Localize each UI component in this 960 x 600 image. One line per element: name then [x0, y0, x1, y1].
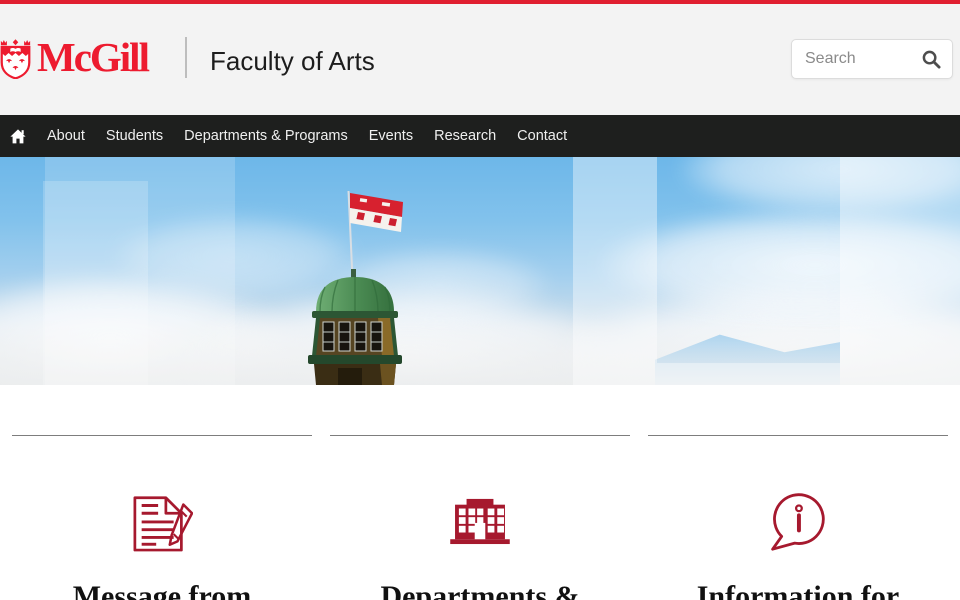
feature-card-information[interactable]: Information for	[648, 385, 948, 600]
mcgill-wordmark: McGill	[37, 37, 148, 78]
search-box	[791, 39, 953, 79]
nav-item-contact[interactable]: Contact	[517, 129, 567, 144]
search-icon	[922, 50, 941, 69]
overlay-panel	[43, 181, 148, 385]
feature-card-message[interactable]: Message from	[12, 385, 312, 600]
home-button[interactable]	[10, 129, 26, 144]
arts-building-cupola	[290, 185, 410, 385]
main-nav: About Students Departments & Programs Ev…	[0, 115, 960, 157]
mcgill-shield-icon	[0, 39, 31, 79]
nav-item-departments-programs[interactable]: Departments & Programs	[184, 129, 348, 144]
overlay-panel	[840, 157, 960, 385]
nav-item-about[interactable]: About	[47, 129, 85, 144]
overlay-panel	[657, 363, 840, 385]
feature-title: Information for	[648, 582, 948, 600]
features-section: Message from	[0, 385, 960, 600]
feature-divider	[648, 435, 948, 436]
nav-item-events[interactable]: Events	[369, 129, 413, 144]
nav-item-students[interactable]: Students	[106, 129, 163, 144]
feature-divider	[330, 435, 630, 436]
mcgill-logo[interactable]: McGill	[0, 37, 180, 87]
header-divider	[185, 37, 187, 78]
nav-item-research[interactable]: Research	[434, 129, 496, 144]
building-icon	[330, 497, 630, 545]
document-pencil-icon	[12, 490, 312, 552]
overlay-panel	[573, 157, 657, 385]
feature-divider	[12, 435, 312, 436]
mcgill-flag	[350, 193, 403, 232]
site-header: McGill Faculty of Arts	[0, 4, 960, 115]
search-input[interactable]	[803, 49, 922, 69]
feature-title: Message from	[12, 582, 312, 600]
site-section-title[interactable]: Faculty of Arts	[210, 46, 375, 77]
info-speech-bubble-icon	[648, 490, 948, 552]
feature-card-departments[interactable]: Departments &	[330, 385, 630, 600]
hero-image	[0, 157, 960, 385]
feature-title: Departments &	[330, 582, 630, 600]
search-button[interactable]	[922, 50, 941, 69]
home-icon	[10, 129, 26, 144]
